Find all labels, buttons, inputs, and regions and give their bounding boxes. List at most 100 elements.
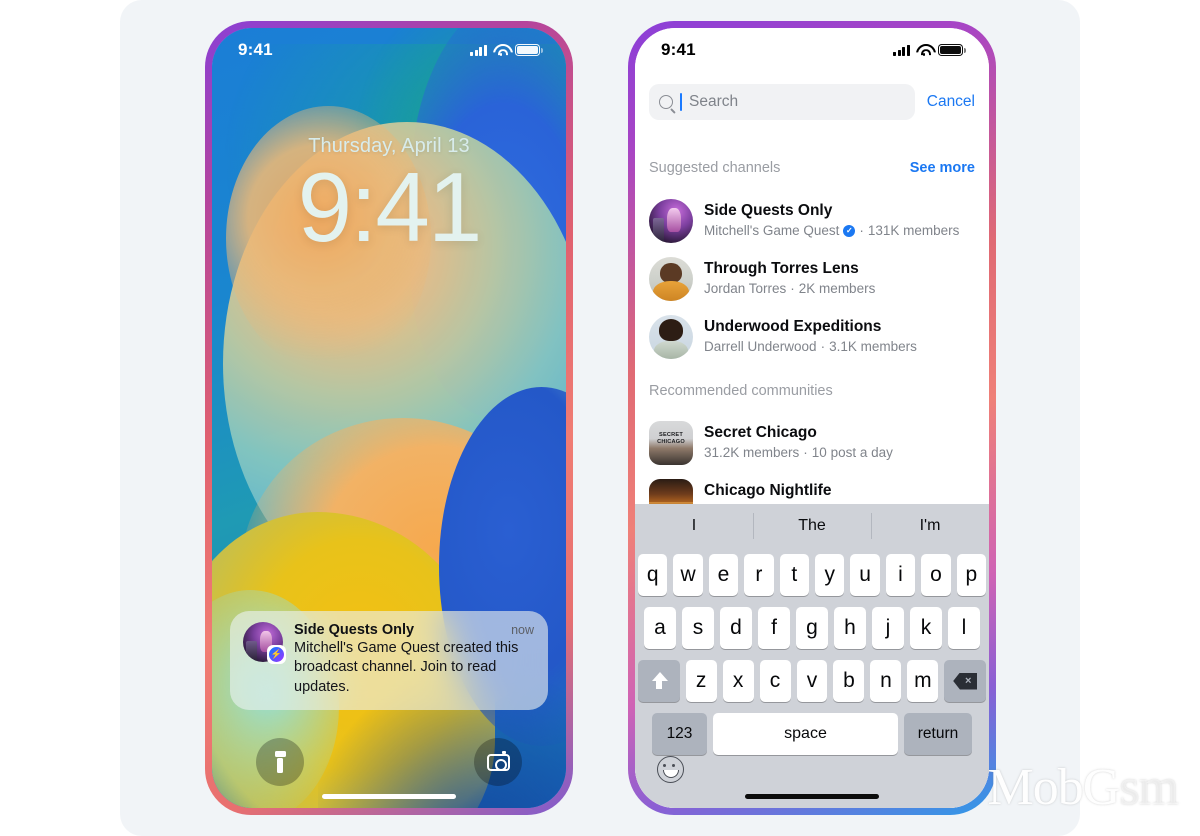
home-indicator[interactable]: [745, 794, 879, 799]
shift-key[interactable]: [638, 660, 680, 702]
signal-bars-icon: [470, 44, 487, 56]
key-c[interactable]: c: [759, 660, 791, 702]
watermark-dim: sm: [1119, 759, 1179, 816]
section-header-suggested-channels: Suggested channels See more: [649, 160, 975, 176]
key-v[interactable]: v: [796, 660, 828, 702]
section-title: Suggested channels: [649, 160, 781, 176]
channel-owner: Mitchell's Game Quest: [704, 223, 840, 239]
channel-members: 3.1K members: [829, 339, 917, 355]
key-o[interactable]: o: [921, 554, 951, 596]
section-header-recommended-communities: Recommended communities: [649, 383, 975, 399]
notification-timestamp: now: [511, 623, 534, 638]
key-a[interactable]: a: [644, 607, 676, 649]
camera-icon: [486, 750, 510, 771]
cancel-button[interactable]: Cancel: [927, 93, 975, 111]
status-bar-left: 9:41: [212, 28, 566, 72]
key-x[interactable]: x: [722, 660, 754, 702]
channel-name: Underwood Expeditions: [704, 317, 882, 335]
key-r[interactable]: r: [744, 554, 774, 596]
channel-meta: Mitchell's Game Quest ✓ · 131K members: [704, 222, 959, 240]
battery-icon: [515, 43, 543, 57]
notification-text: Mitchell's Game Quest created this broad…: [294, 640, 519, 695]
key-h[interactable]: h: [834, 607, 866, 649]
lock-screen-display: 9:41 Thursday, April 13 9:41 ⚡ Side Ques…: [212, 28, 566, 808]
key-s[interactable]: s: [682, 607, 714, 649]
lock-notification[interactable]: ⚡ Side Quests Only now Mitchell's Game Q…: [230, 611, 548, 710]
status-time: 9:41: [661, 40, 696, 59]
key-n[interactable]: n: [870, 660, 902, 702]
flashlight-button[interactable]: [256, 738, 304, 786]
list-item[interactable]: SECRET CHICAGO Secret Chicago 31.2K membe…: [649, 414, 975, 472]
channel-owner: Jordan Torres: [704, 281, 787, 297]
separator: ·: [790, 281, 795, 297]
search-screen-display: 9:41 Search Cancel Suggested channels Se…: [635, 28, 989, 808]
community-members: 31.2K members: [704, 445, 800, 461]
avatar: [649, 257, 693, 301]
key-u[interactable]: u: [850, 554, 880, 596]
key-p[interactable]: p: [956, 554, 987, 596]
key-f[interactable]: f: [758, 607, 790, 649]
phone-lock-screen: 9:41 Thursday, April 13 9:41 ⚡ Side Ques…: [205, 21, 573, 815]
home-indicator[interactable]: [322, 794, 456, 799]
channel-members: 2K members: [798, 281, 876, 297]
status-icons: [470, 43, 543, 57]
notification-title: Side Quests Only: [294, 622, 415, 639]
community-meta: 31.2K members · 10 post a day: [704, 444, 893, 462]
list-item[interactable]: Side Quests Only Mitchell's Game Quest ✓…: [649, 192, 975, 250]
shift-icon: [649, 672, 669, 690]
keyboard-row-3: z x c v b n m ×: [638, 660, 986, 702]
emoji-icon[interactable]: [657, 756, 684, 783]
wifi-icon: [493, 44, 509, 57]
key-q[interactable]: q: [637, 554, 668, 596]
see-more-button[interactable]: See more: [910, 160, 975, 176]
search-placeholder: Search: [689, 93, 739, 110]
community-name: Chicago Nightlife: [704, 481, 832, 499]
list-item[interactable]: Underwood Expeditions Darrell Underwood …: [649, 308, 975, 366]
channel-name: Through Torres Lens: [704, 259, 859, 277]
prediction-1[interactable]: The: [753, 504, 871, 548]
separator: ·: [820, 339, 826, 355]
key-j[interactable]: j: [872, 607, 904, 649]
camera-button[interactable]: [474, 738, 522, 786]
avatar: [649, 199, 693, 243]
prediction-0[interactable]: I: [635, 504, 753, 548]
separator: ·: [803, 445, 808, 461]
predictive-text-bar: I The I'm: [635, 504, 989, 548]
avatar: SECRET CHICAGO: [649, 421, 693, 465]
key-w[interactable]: w: [673, 554, 703, 596]
phone-search-screen: 9:41 Search Cancel Suggested channels Se…: [628, 21, 996, 815]
channel-owner: Darrell Underwood: [704, 339, 817, 355]
delete-key[interactable]: ×: [944, 660, 986, 702]
prediction-2[interactable]: I'm: [871, 504, 989, 548]
status-time: 9:41: [238, 40, 273, 59]
search-bar-row: Search Cancel: [649, 84, 975, 120]
flashlight-icon: [274, 751, 286, 773]
keyboard-row-2: a s d f g h j k l: [638, 607, 986, 649]
list-item[interactable]: Through Torres Lens Jordan Torres · 2K m…: [649, 250, 975, 308]
onscreen-keyboard: I The I'm q w e r t y u i o p a s d f g …: [635, 504, 989, 808]
suggested-channels-list: Side Quests Only Mitchell's Game Quest ✓…: [649, 192, 975, 366]
key-y[interactable]: y: [815, 554, 845, 596]
key-z[interactable]: z: [685, 660, 717, 702]
community-activity: 10 post a day: [811, 445, 893, 461]
key-e[interactable]: e: [708, 554, 739, 596]
key-m[interactable]: m: [907, 660, 939, 702]
key-l[interactable]: l: [948, 607, 980, 649]
delete-icon: ×: [953, 672, 978, 690]
channel-members: 131K members: [867, 223, 960, 239]
community-name: Secret Chicago: [704, 423, 817, 441]
keyboard-rows: q w e r t y u i o p a s d f g h j k l z …: [635, 548, 989, 755]
text-caret: [680, 93, 682, 111]
search-icon: [659, 95, 673, 109]
channel-name: Side Quests Only: [704, 201, 833, 219]
search-input[interactable]: Search: [649, 84, 915, 120]
key-g[interactable]: g: [796, 607, 828, 649]
avatar: [649, 315, 693, 359]
key-k[interactable]: k: [910, 607, 942, 649]
key-t[interactable]: t: [779, 554, 809, 596]
key-d[interactable]: d: [720, 607, 752, 649]
channel-meta: Jordan Torres · 2K members: [704, 280, 875, 298]
messenger-icon: ⚡: [267, 645, 286, 665]
key-b[interactable]: b: [833, 660, 865, 702]
key-i[interactable]: i: [885, 554, 916, 596]
